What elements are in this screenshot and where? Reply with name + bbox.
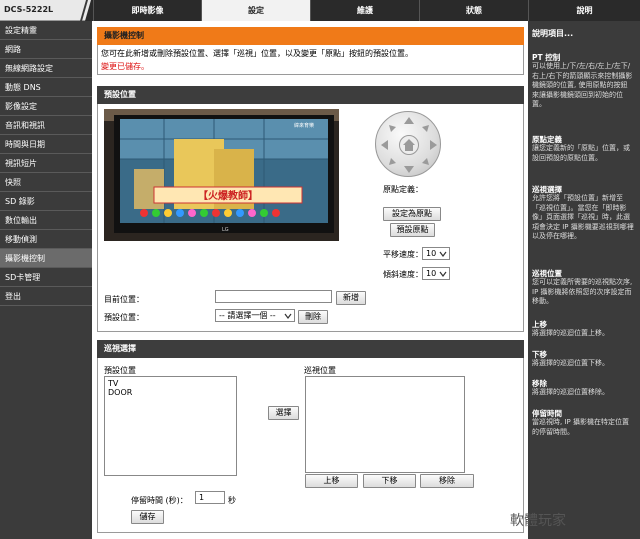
ptz-up-arrow-icon [404,117,414,124]
watermark-text: 軟體玩家 [510,513,566,529]
tilt-speed-label: 傾斜速度： [383,270,423,279]
sidebar-item-sd-management[interactable]: SD卡管理 [0,268,92,287]
tab-help[interactable]: 說明 [528,0,640,21]
preset-position-select[interactable]: -- 請選擇一個 -- [215,309,295,322]
sidebar-item-image[interactable]: 影像設定 [0,97,92,116]
preset-list-label: 預設位置 [104,366,136,375]
ptz-right-arrow-icon [430,140,437,150]
ptz-upright-arrow-icon [422,125,429,132]
sidebar-item-wizard[interactable]: 設定精靈 [0,21,92,40]
sidebar-item-camera-control[interactable]: 攝影機控制 [0,249,92,268]
ptz-down-arrow-icon [404,166,414,173]
add-preset-button[interactable]: 新增 [336,291,366,305]
ptz-home-button[interactable] [399,135,419,155]
main-content: 攝影機控制 您可在此新增或刪除預設位置、選擇「巡視」位置，以及變更「原點」按鈕的… [93,21,528,539]
help-text-pt-control: 可以使用上/下/左/右/左上/左下/右上/右下的箭頭顯示來控制攝影機鏡頭的位置,… [532,62,633,108]
set-as-origin-button[interactable]: 設定為原點 [383,207,441,221]
home-icon [403,139,415,151]
help-text-move-down: 將選擇的巡迴位置下移。 [532,359,609,367]
preset-select-value: -- 請選擇一個 -- [219,311,276,320]
move-down-button[interactable]: 下移 [363,474,416,488]
chevron-down-icon [284,313,292,319]
preset-position-list[interactable]: TV DOOR [104,376,237,476]
tilt-speed-select[interactable]: 10 [422,267,450,280]
sidebar-item-audio-video[interactable]: 音訊和視訊 [0,116,92,135]
brand-slash-decoration [80,0,92,21]
help-text-patrol-position: 您可以定義所需要的巡視點次序, IP 攝影機將依照您的次序設定而移動。 [532,278,633,305]
sidebar-item-network[interactable]: 網路 [0,40,92,59]
pan-speed-select[interactable]: 10 [422,247,450,260]
dwell-time-unit: 秒 [228,496,236,505]
tab-maintenance[interactable]: 維護 [310,0,419,21]
ptz-upleft-arrow-icon [389,125,396,132]
pan-speed-value: 10 [426,249,437,258]
chevron-down-icon [439,251,447,257]
sidebar-item-digital-output[interactable]: 數位輸出 [0,211,92,230]
sidebar-item-video-clip[interactable]: 視訊短片 [0,154,92,173]
sidebar-item-motion-detection[interactable]: 移動偵測 [0,230,92,249]
save-button[interactable]: 儲存 [131,510,164,524]
dwell-time-input[interactable]: 1 [195,491,225,504]
sidebar-item-time-date[interactable]: 時間與日期 [0,135,92,154]
patrol-list-label: 巡視位置 [304,366,336,375]
preset-section-header: 預設位置 [97,86,524,104]
ptz-control-pad[interactable] [375,111,441,177]
delete-preset-button[interactable]: 刪除 [298,310,328,324]
sidebar-item-sd-recording[interactable]: SD 錄影 [0,192,92,211]
sidebar-item-snapshot[interactable]: 快照 [0,173,92,192]
default-origin-button[interactable]: 預設原點 [390,223,435,237]
dwell-time-label: 停留時間 (秒)： [131,496,188,505]
save-status-message: 變更已儲存。 [101,62,149,71]
patrol-section-header: 巡視選擇 [97,340,524,358]
ptz-left-arrow-icon [381,140,388,150]
help-title: 說明項目... [532,29,574,38]
current-position-label: 目前位置： [104,295,144,304]
tab-live-video[interactable]: 即時影像 [93,0,201,21]
origin-definition-label: 原點定義： [383,185,423,194]
video-frame-image: 【火爆教師】 緯來育樂 LG [104,109,339,241]
sidebar-item-logout[interactable]: 登出 [0,287,92,306]
help-text-remove: 將選擇的巡迴位置移除。 [532,388,609,396]
preset-position-label: 預設位置： [104,313,144,322]
help-panel: 說明項目... PT 控制 可以使用上/下/左/右/左上/左下/右上/右下的箭頭… [528,21,640,539]
video-banner-text: 【火爆教師】 [198,189,258,202]
help-text-move-up: 將選擇的巡迴位置上移。 [532,329,609,337]
current-position-input[interactable] [215,290,332,303]
model-name: DCS-5222L [4,5,54,14]
list-item[interactable]: DOOR [108,388,233,397]
top-nav-bar: DCS-5222L 即時影像 設定 維護 狀態 說明 [0,0,640,21]
list-item[interactable]: TV [108,379,233,388]
move-up-button[interactable]: 上移 [305,474,358,488]
tv-brand-text: LG [222,227,229,233]
camera-control-header: 攝影機控制 [97,27,524,45]
chevron-down-icon [439,271,447,277]
remove-button[interactable]: 移除 [420,474,474,488]
tab-status[interactable]: 狀態 [419,0,528,21]
sidebar-item-ddns[interactable]: 動態 DNS [0,78,92,97]
channel-logo-text: 緯來育樂 [294,122,314,129]
help-text-dwell-time: 當巡視時, IP 攝影機在特定位置的停留時間。 [532,418,629,436]
help-text-origin: 讓您定義新的「原點」位置，或設回預設的原點位置。 [532,144,630,162]
intro-description: 您可在此新增或刪除預設位置、選擇「巡視」位置，以及變更「原點」按鈕的預設位置。 [101,49,413,58]
sidebar-item-wireless[interactable]: 無線網路設定 [0,59,92,78]
live-video-preview: 【火爆教師】 緯來育樂 LG [104,109,339,241]
help-text-patrol-select: 允許您將「預設位置」新增至「巡視位置」。當您在「即時影像」頁面選擇「巡視」時，此… [532,194,634,240]
tilt-speed-value: 10 [426,269,437,278]
sidebar: 設定精靈 網路 無線網路設定 動態 DNS 影像設定 音訊和視訊 時間與日期 視… [0,21,92,539]
tab-setup[interactable]: 設定 [201,0,310,21]
patrol-position-list[interactable] [305,376,465,473]
pan-speed-label: 平移速度： [383,250,423,259]
ptz-downright-arrow-icon [422,158,429,165]
brand-area: DCS-5222L [0,0,92,21]
select-to-patrol-button[interactable]: 選擇 [268,406,299,420]
ptz-downleft-arrow-icon [389,158,396,165]
